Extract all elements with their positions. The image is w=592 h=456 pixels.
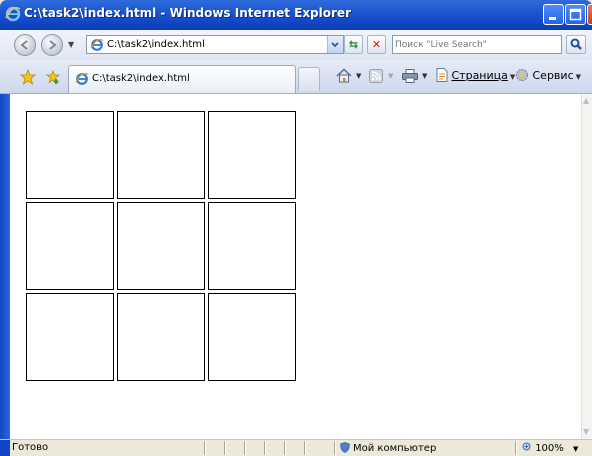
new-tab-button[interactable] [298,67,320,91]
window-frame-bottom-left [0,440,10,456]
security-zone[interactable]: Мой компьютер [340,442,436,454]
computer-zone-icon [340,442,350,453]
search-button[interactable] [566,35,586,54]
ie-page-icon [90,38,104,51]
status-bar: Готово Мой компьютер 100% ▼ [0,439,592,456]
forward-button[interactable] [41,34,63,56]
back-button[interactable] [14,34,36,56]
window-title: C:\task2\index.html - Windows Internet E… [24,6,351,20]
scroll-up-icon[interactable]: ▲ [583,96,589,105]
status-divider [304,441,306,455]
status-text: Готово [12,442,49,453]
tab-current[interactable]: C:\task2\index.html [68,65,296,93]
tab-label: C:\task2\index.html [92,73,190,84]
grid-cell-1-1[interactable] [26,111,114,199]
minimize-button[interactable] [543,4,564,25]
address-toolbar: ▼ C:\task2\index.html ⇆ ✕ [0,30,592,60]
status-divider [224,441,226,455]
zoom-icon [522,442,531,451]
add-favorites-icon[interactable] [45,69,61,85]
maximize-icon [569,8,582,21]
grid-cell-1-3[interactable] [208,111,296,199]
forward-icon [49,40,57,50]
stop-button[interactable]: ✕ [367,35,386,54]
address-bar[interactable]: C:\task2\index.html [86,35,344,54]
zoom-level: 100% [535,443,564,454]
window-frame-left [0,94,10,439]
tools-gear-icon [516,69,528,81]
grid-cell-3-2[interactable] [117,293,205,381]
security-zone-label: Мой компьютер [353,443,437,454]
favorites-star-icon[interactable] [20,69,36,85]
service-menu-button[interactable]: Сервис ▼ [515,68,581,82]
close-button[interactable] [587,4,592,25]
grid-cell-3-1[interactable] [26,293,114,381]
status-divider [515,441,517,455]
search-icon [570,38,582,50]
back-icon [20,40,28,50]
grid-cell-3-3[interactable] [208,293,296,381]
address-dropdown-button[interactable] [327,36,343,53]
grid-cell-2-2[interactable] [117,202,205,290]
status-divider [264,441,266,455]
page-menu-button[interactable]: Страница ▼ [436,68,515,82]
minimize-icon [549,17,556,20]
search-box[interactable] [392,35,562,54]
page-icon [436,68,448,82]
status-divider [204,441,206,455]
scroll-down-icon[interactable]: ▼ [583,427,589,436]
search-input[interactable] [395,37,555,52]
page-menu-label: Страница [451,69,508,82]
stop-icon: ✕ [371,38,382,51]
home-dropdown-icon[interactable]: ▼ [354,68,361,81]
grid-cell-2-1[interactable] [26,202,114,290]
tab-toolbar: C:\task2\index.html ▼ ▼ ▼ Страница ▼ Серв… [0,60,592,94]
maximize-button[interactable] [565,4,586,25]
ie-page-icon [75,72,89,85]
address-url: C:\task2\index.html [107,39,205,50]
refresh-button[interactable]: ⇆ [344,35,363,54]
ie-logo-icon [5,6,21,22]
page-content [10,94,581,439]
history-dropdown-icon[interactable]: ▼ [68,40,74,49]
vertical-scrollbar[interactable]: ▲ ▼ [581,94,592,439]
print-icon[interactable] [402,69,418,83]
zoom-dropdown-icon[interactable]: ▼ [573,445,578,453]
feeds-icon[interactable] [369,69,383,83]
chevron-down-icon [331,42,339,48]
grid-cell-1-2[interactable] [117,111,205,199]
print-dropdown-icon[interactable]: ▼ [420,68,427,81]
feeds-dropdown-icon[interactable]: ▼ [386,68,393,81]
status-divider [334,441,336,455]
grid-cell-2-3[interactable] [208,202,296,290]
service-menu-label: Сервис [532,69,574,82]
title-bar: C:\task2\index.html - Windows Internet E… [0,0,592,30]
refresh-icon: ⇆ [348,38,359,51]
tic-tac-toe-grid [26,111,296,381]
zoom-control[interactable]: 100% ▼ [522,442,578,454]
status-divider [284,441,286,455]
home-icon[interactable] [336,68,352,83]
status-divider [244,441,246,455]
